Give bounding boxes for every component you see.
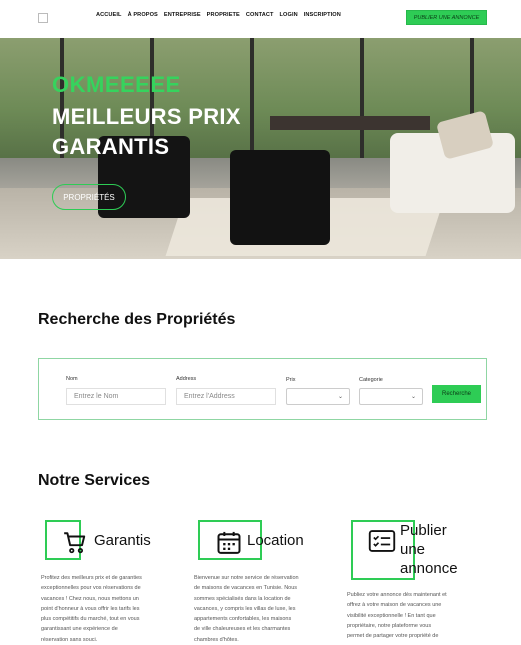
- address-input[interactable]: Entrez l'Address: [176, 388, 276, 405]
- publish-listing-button[interactable]: PUBLIER UNE ANNONCE: [406, 10, 487, 25]
- main-nav: ACCUEIL À PROPOS ENTREPRISE PROPRIETE CO…: [96, 12, 341, 18]
- card-list-icon: [368, 530, 396, 552]
- nav-entreprise[interactable]: ENTREPRISE: [164, 12, 201, 18]
- service-text-line: plus compétitifs du marché, tout en vous: [41, 616, 140, 623]
- calendar-icon: [217, 531, 241, 554]
- service-text-line: Profitez des meilleurs prix et de garant…: [41, 575, 142, 581]
- service-description: Bienvenue sur notre service de réservati…: [194, 573, 344, 645]
- service-text-line: point d'honneur à vous offrir les tarifs…: [41, 605, 140, 612]
- service-text-line: réservation sans souci.: [41, 636, 98, 643]
- service-text-line: vacances ! Chez nous, nous mettons un: [41, 595, 139, 602]
- categorie-select[interactable]: ⌄: [359, 388, 423, 405]
- window-frame: [360, 38, 364, 158]
- service-text-line: sommes spécialisés dans la location de: [194, 595, 291, 602]
- service-text-line: permet de partager votre propriété de: [347, 633, 439, 640]
- hero-armchair: [230, 150, 330, 245]
- nav-accueil[interactable]: ACCUEIL: [96, 12, 122, 18]
- service-title-line: Publier: [400, 522, 447, 539]
- search-section-title: Recherche des Propriétés: [38, 311, 236, 328]
- service-text-line: offrez à votre maison de vacances une: [347, 602, 442, 609]
- nav-propriete[interactable]: PROPRIETE: [207, 12, 240, 18]
- window-frame: [250, 38, 254, 158]
- service-text-line: visibilité exceptionnelle ! En tant que: [347, 612, 436, 619]
- chevron-down-icon: ⌄: [337, 394, 343, 400]
- nav-contact[interactable]: CONTACT: [246, 12, 274, 18]
- search-button[interactable]: Recherche: [432, 385, 481, 403]
- hero-title-line: GARANTIS: [52, 134, 170, 159]
- logo-image[interactable]: [38, 13, 48, 23]
- nom-input[interactable]: Entrez le Nom: [66, 388, 166, 405]
- hero-table: [270, 116, 430, 130]
- service-text-line: propriétaire, notre plateforme vous: [347, 622, 432, 629]
- properties-button[interactable]: PROPRIÉTÉS: [52, 184, 126, 210]
- service-text-line: Bienvenue sur notre service de réservati…: [194, 575, 299, 581]
- nav-a-propos[interactable]: À PROPOS: [128, 12, 158, 18]
- service-title: Garantis: [94, 532, 151, 549]
- service-text-line: vacances, y compris les villas de luxe, …: [194, 605, 296, 612]
- cart-icon: [64, 532, 86, 554]
- service-text-line: Publiez votre annonce dès maintenant et: [347, 592, 447, 598]
- services-section-title: Notre Services: [38, 472, 151, 489]
- service-text-line: de maisons de vacances en Tunisie. Nous: [194, 585, 298, 592]
- service-text-line: exceptionnelles pour vos réservations de: [41, 585, 141, 592]
- prix-select[interactable]: ⌄: [286, 388, 350, 405]
- hero-title-line: MEILLEURS PRIX: [52, 104, 241, 129]
- top-navbar: ACCUEIL À PROPOS ENTREPRISE PROPRIETE CO…: [0, 0, 521, 38]
- categorie-label: Categorie: [359, 377, 383, 383]
- service-text-line: de ville chaleureuses et les charmantes: [194, 626, 291, 633]
- service-text-line: appartements confortables, les maisons: [194, 616, 292, 623]
- nav-login[interactable]: LOGIN: [280, 12, 298, 18]
- service-description: Profitez des meilleurs prix et de garant…: [41, 573, 191, 645]
- nom-label: Nom: [66, 376, 78, 382]
- hero-title: MEILLEURS PRIX GARANTIS: [52, 102, 241, 162]
- prix-label: Prix: [286, 377, 296, 383]
- address-label: Address: [176, 376, 197, 382]
- chevron-down-icon: ⌄: [410, 394, 416, 400]
- service-text-line: garantissant une expérience de: [41, 626, 118, 633]
- service-title: Location: [247, 532, 304, 549]
- nav-inscription[interactable]: INSCRIPTION: [304, 12, 341, 18]
- service-title-line: une: [400, 541, 426, 558]
- service-title: Publier une annonce: [400, 521, 458, 578]
- service-text-line: chambres d'hôtes.: [194, 636, 239, 643]
- service-title-line: annonce: [400, 560, 458, 577]
- hero-accent-text: OKMEEEEE: [52, 72, 181, 97]
